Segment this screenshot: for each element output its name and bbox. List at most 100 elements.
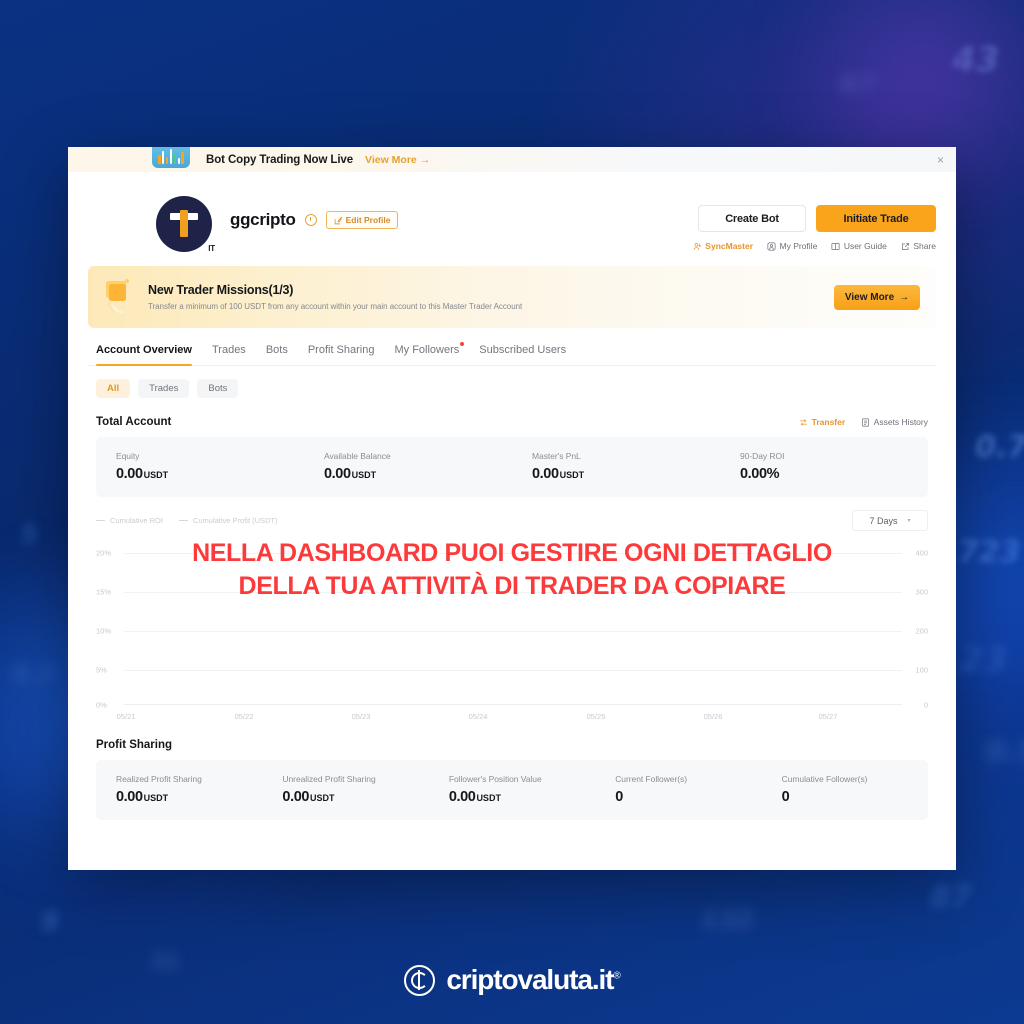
stat-label: Follower's Position Value (448, 774, 542, 784)
stat-label: Cumulative Follower(s) (781, 774, 868, 784)
tab-account-overview[interactable]: Account Overview (96, 344, 192, 366)
page-title: ggcripto (230, 210, 296, 229)
y-tick-left: 5% (96, 665, 107, 675)
share-icon (901, 242, 909, 250)
book-icon (831, 242, 840, 250)
total-account-stats: Equity 0.00USDT Available Balance 0.00US… (96, 437, 928, 497)
clock-icon (304, 214, 317, 226)
profit-sharing-stats: Realized Profit Sharing 0.00USDT Unreali… (96, 760, 928, 820)
transfer-label: Transfer (811, 417, 846, 427)
stat-unit: USDT (351, 470, 377, 480)
x-tick: 05/27 (818, 712, 838, 721)
header-buttons: Create Bot Initiate Trade (698, 205, 936, 232)
avatar-image (156, 196, 212, 252)
tab-bots[interactable]: Bots (266, 344, 288, 365)
chart-bars-icon (152, 147, 190, 168)
chart-x-axis (124, 704, 902, 705)
profit-sharing-title: Profit Sharing (96, 739, 173, 751)
user-guide-label: User Guide (843, 241, 887, 251)
new-trader-missions-banner: New Trader Missions(1/3) Transfer a mini… (88, 266, 936, 328)
avatar-country-badge: IT (208, 244, 215, 253)
stat-label: Equity (116, 451, 140, 461)
y-tick-right: 0 (923, 700, 928, 710)
mission-button-label: View More (844, 291, 895, 303)
stat-unit: USDT (476, 793, 501, 803)
stat-number: 0.00% (740, 466, 780, 482)
tab-label: Bots (265, 344, 288, 356)
share-link[interactable]: Share (901, 241, 936, 251)
assets-history-button[interactable]: Assets History (861, 417, 928, 427)
transfer-button[interactable]: Transfer (799, 417, 845, 427)
transfer-arrows-icon (800, 418, 807, 426)
registered-mark: ® (613, 970, 620, 982)
initiate-trade-button[interactable]: Initiate Trade (816, 205, 936, 232)
avatar[interactable]: IT (156, 196, 215, 253)
stat-number: 0.00 (282, 789, 310, 805)
stat-unit: USDT (559, 470, 585, 480)
stat-value: 0.00USDT (116, 789, 262, 805)
y-tick-right: 300 (915, 587, 928, 597)
filter-chip-trades[interactable]: Trades (138, 379, 190, 398)
stat-label: 90-Day ROI (740, 451, 785, 461)
close-icon[interactable]: × (937, 154, 944, 166)
profile-header: IT ggcripto Edit Profile Create Bot Init… (88, 172, 936, 264)
my-profile-link[interactable]: My Profile (767, 241, 817, 251)
y-tick-left: 20% (96, 548, 112, 558)
user-guide-link[interactable]: User Guide (831, 241, 887, 251)
tab-label: Subscribed Users (479, 344, 567, 356)
edit-profile-label: Edit Profile (345, 215, 391, 225)
stat-label: Unrealized Profit Sharing (282, 774, 376, 784)
stat-number: 0 (615, 789, 623, 805)
stat-available-balance: Available Balance 0.00USDT (304, 451, 512, 482)
y-tick-right: 200 (915, 626, 928, 636)
edit-profile-button[interactable]: Edit Profile (325, 211, 399, 229)
stat-unit: USDT (143, 470, 169, 480)
stat-realized-profit-sharing: Realized Profit Sharing 0.00USDT (96, 774, 262, 805)
tab-trades[interactable]: Trades (212, 344, 246, 365)
stat-masters-pnl: Master's PnL 0.00USDT (512, 451, 720, 482)
performance-chart: 20% 15% 10% 5% 0% 400 300 200 100 0 05/2… (96, 541, 928, 723)
x-tick: 05/23 (351, 712, 371, 721)
stat-value: 0 (615, 789, 761, 805)
filter-chip-all[interactable]: All (96, 379, 131, 398)
assets-history-label: Assets History (873, 417, 928, 427)
notification-dot-icon (460, 342, 465, 346)
pencil-square-icon (334, 216, 342, 224)
chart-header: Cumulative ROI Cumulative Profit (USDT) … (88, 497, 936, 531)
filter-chip-bots[interactable]: Bots (197, 379, 239, 398)
tab-profit-sharing[interactable]: Profit Sharing (308, 344, 375, 365)
legend-label: Cumulative ROI (110, 516, 163, 525)
stat-value: 0.00USDT (324, 466, 512, 482)
tab-subscribed-users[interactable]: Subscribed Users (479, 344, 566, 365)
legend-label: Cumulative Profit (USDT) (192, 516, 278, 525)
document-icon (862, 417, 870, 427)
stat-label: Current Follower(s) (615, 774, 688, 784)
stat-cumulative-followers: Cumulative Follower(s) 0 (762, 774, 928, 805)
sync-master-label: SyncMaster (705, 241, 754, 251)
header-links: SyncMaster My Profile User Guide Share (693, 241, 936, 251)
legend-item-roi: Cumulative ROI (96, 516, 163, 525)
arrow-right-icon: → (419, 153, 431, 166)
date-range-select[interactable]: 7 Days ▾ (852, 510, 928, 531)
legend-item-profit: Cumulative Profit (USDT) (178, 516, 278, 525)
tab-my-followers[interactable]: My Followers (394, 342, 465, 365)
stat-value: 0.00% (740, 466, 928, 482)
tab-label: My Followers (394, 344, 460, 356)
stat-value: 0.00USDT (532, 466, 720, 482)
sync-master-link[interactable]: SyncMaster (693, 241, 753, 251)
x-tick: 05/26 (703, 712, 723, 721)
content-panel: Account Overview Trades Bots Profit Shar… (88, 342, 936, 820)
announcement-title: Bot Copy Trading Now Live (206, 153, 354, 166)
arrow-right-icon: → (899, 291, 910, 303)
create-bot-button[interactable]: Create Bot (698, 205, 806, 232)
main-tabs: Account Overview Trades Bots Profit Shar… (88, 342, 936, 366)
announcement-view-more-link[interactable]: View More → (365, 154, 430, 166)
brand-label: criptovaluta.it (446, 964, 614, 995)
stat-number: 0.00 (116, 789, 143, 805)
application-window: Bot Copy Trading Now Live View More → × … (68, 147, 956, 870)
mission-view-more-button[interactable]: View More → (834, 284, 920, 310)
total-account-title: Total Account (96, 416, 172, 428)
brand-footer: criptovaluta.it® (0, 964, 1024, 996)
profit-sharing-header: Profit Sharing (88, 723, 936, 760)
tab-label: Trades (211, 344, 246, 356)
